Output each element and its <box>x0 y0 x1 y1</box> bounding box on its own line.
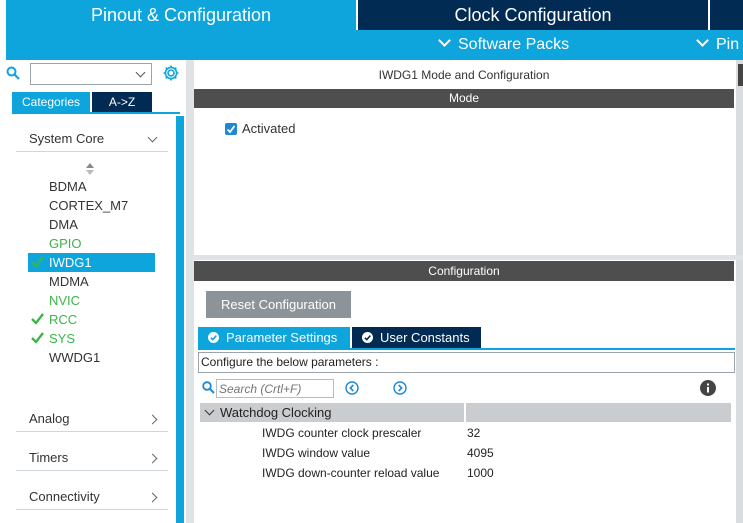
list-item-wwdg1[interactable]: WWDG1 <box>28 348 155 367</box>
check-icon <box>31 256 44 268</box>
peripheral-label: MDMA <box>49 274 89 289</box>
category-label: Timers <box>29 450 69 465</box>
parameter-value[interactable]: 4095 <box>467 443 494 463</box>
parameter-search-input[interactable] <box>216 379 334 398</box>
checkbox-checked-icon <box>225 123 237 135</box>
pinout-menu-label: Pin <box>716 36 740 53</box>
configuration-section-header: Configuration <box>194 261 734 281</box>
chevron-down-icon <box>135 67 146 78</box>
left-scrollbar[interactable] <box>176 116 184 523</box>
list-item-gpio[interactable]: GPIO <box>28 234 155 253</box>
configure-hint: Configure the below parameters : <box>198 352 735 373</box>
tab-a-to-z[interactable]: A->Z <box>92 92 152 112</box>
check-icon <box>31 313 44 325</box>
chevron-right-icon <box>147 492 158 503</box>
collapse-handle[interactable] <box>738 64 743 86</box>
top-tab-bar: Pinout & Configuration Clock Configurati… <box>0 0 743 30</box>
peripheral-label: CORTEX_M7 <box>49 198 129 213</box>
list-item-cortex-m7[interactable]: CORTEX_M7 <box>28 196 155 215</box>
info-icon[interactable] <box>700 380 716 396</box>
software-packs-label: Software Packs <box>458 36 570 53</box>
list-item-sys[interactable]: SYS <box>28 329 155 348</box>
gear-icon[interactable] <box>162 64 180 82</box>
category-connectivity[interactable]: Connectivity <box>16 484 168 510</box>
right-edge-strip <box>736 60 743 523</box>
tab-clock-configuration[interactable]: Clock Configuration <box>358 0 708 30</box>
panel-splitter[interactable] <box>186 60 194 523</box>
tab-categories[interactable]: Categories <box>12 92 90 112</box>
chevron-down-icon <box>438 34 451 47</box>
group-watchdog-clocking[interactable]: Watchdog Clocking <box>200 403 731 422</box>
column-divider <box>464 403 466 422</box>
peripheral-label: GPIO <box>49 236 82 251</box>
peripheral-label: WWDG1 <box>49 350 101 365</box>
activated-label: Activated <box>242 121 296 136</box>
list-item-dma[interactable]: DMA <box>28 215 155 234</box>
parameter-name: IWDG counter clock prescaler <box>262 426 422 440</box>
parameter-name: IWDG down-counter reload value <box>262 466 440 480</box>
category-label: Analog <box>29 411 70 426</box>
peripheral-label: NVIC <box>49 293 81 308</box>
category-label: System Core <box>29 131 105 146</box>
list-item-mdma[interactable]: MDMA <box>28 272 155 291</box>
check-circle-icon <box>362 332 373 343</box>
category-analog[interactable]: Analog <box>16 406 168 432</box>
search-icon[interactable] <box>6 66 20 80</box>
reset-configuration-button[interactable]: Reset Configuration <box>206 291 351 318</box>
sub-menu-bar: Software Packs Pin <box>6 30 743 60</box>
chevron-right-icon <box>147 453 158 464</box>
chevron-down-icon <box>204 405 215 416</box>
software-packs-menu[interactable]: Software Packs <box>438 30 570 60</box>
table-row[interactable]: IWDG window value 4095 <box>200 443 731 463</box>
category-system-core[interactable]: System Core <box>16 126 168 152</box>
pinout-menu[interactable]: Pin <box>696 30 740 60</box>
next-result-icon[interactable] <box>393 381 407 395</box>
category-timers[interactable]: Timers <box>16 445 168 471</box>
tabs-underline <box>12 112 180 114</box>
chevron-down-icon <box>147 132 158 143</box>
mode-title: IWDG1 Mode and Configuration <box>378 68 550 82</box>
list-item-nvic[interactable]: NVIC <box>28 291 155 310</box>
peripheral-label: DMA <box>49 217 78 232</box>
sort-icon[interactable] <box>85 162 95 176</box>
table-row[interactable]: IWDG down-counter reload value 1000 <box>200 463 731 483</box>
peripheral-label: BDMA <box>49 179 87 194</box>
tab-pinout-configuration[interactable]: Pinout & Configuration <box>6 0 356 30</box>
category-label: Connectivity <box>29 489 100 504</box>
peripheral-label: IWDG1 <box>49 255 92 270</box>
tab-label: Parameter Settings <box>226 330 338 345</box>
check-icon <box>31 332 44 344</box>
parameter-value[interactable]: 1000 <box>467 463 494 483</box>
search-icon <box>202 381 215 394</box>
tab-label: User Constants <box>380 330 470 345</box>
list-item-iwdg1[interactable]: IWDG1 <box>28 253 155 272</box>
search-combo[interactable] <box>30 63 152 85</box>
tabs-underline <box>198 348 735 350</box>
list-item-bdma[interactable]: BDMA <box>28 177 155 196</box>
check-circle-icon <box>208 332 219 343</box>
group-label: Watchdog Clocking <box>220 405 332 420</box>
list-item-rcc[interactable]: RCC <box>28 310 155 329</box>
parameter-value[interactable]: 32 <box>467 423 480 443</box>
previous-result-icon[interactable] <box>345 381 359 395</box>
peripheral-label: RCC <box>49 312 78 327</box>
chevron-right-icon <box>147 414 158 425</box>
chevron-down-icon <box>696 34 709 47</box>
tab-parameter-settings[interactable]: Parameter Settings <box>198 327 350 348</box>
table-row[interactable]: IWDG counter clock prescaler 32 <box>200 423 731 443</box>
parameter-name: IWDG window value <box>262 446 371 460</box>
peripheral-label: SYS <box>49 331 76 346</box>
mode-section-header: Mode <box>194 89 734 108</box>
tab-user-constants[interactable]: User Constants <box>352 327 481 348</box>
tab-overflow[interactable] <box>710 0 743 30</box>
section-splitter[interactable] <box>194 255 743 260</box>
category-tabs: Categories A->Z <box>12 92 180 112</box>
